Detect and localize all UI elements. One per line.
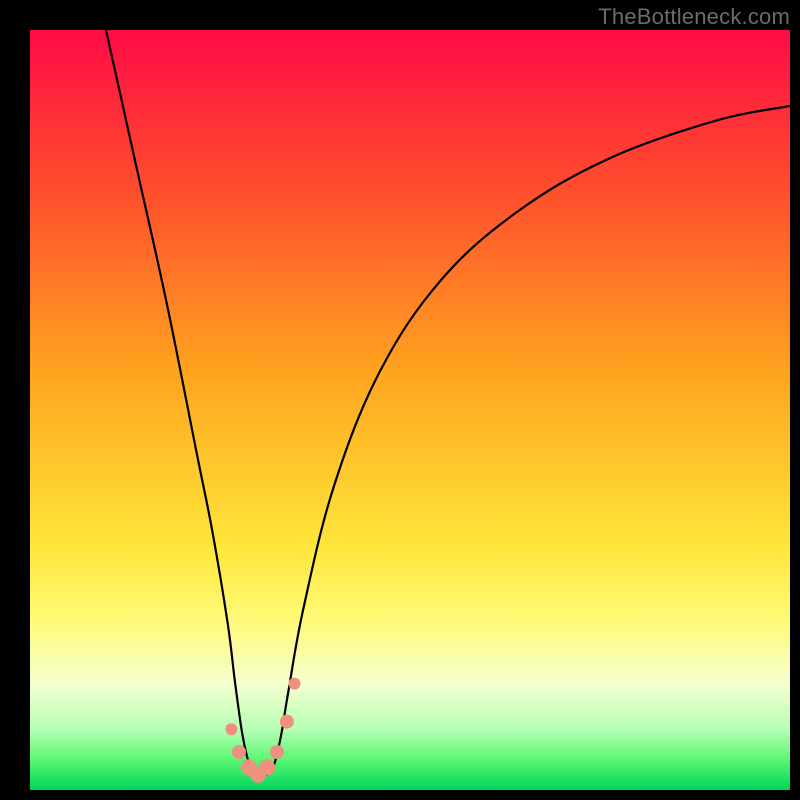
marker-dot [270,745,284,759]
watermark-text: TheBottleneck.com [598,4,790,30]
chart-frame: TheBottleneck.com [0,0,800,800]
marker-dot [280,715,294,729]
marker-dot [232,745,246,759]
marker-dot [288,678,300,690]
marker-dot [259,759,275,775]
marker-dot [225,723,237,735]
plot-area [30,30,790,790]
chart-svg [30,30,790,790]
gradient-background [30,30,790,790]
